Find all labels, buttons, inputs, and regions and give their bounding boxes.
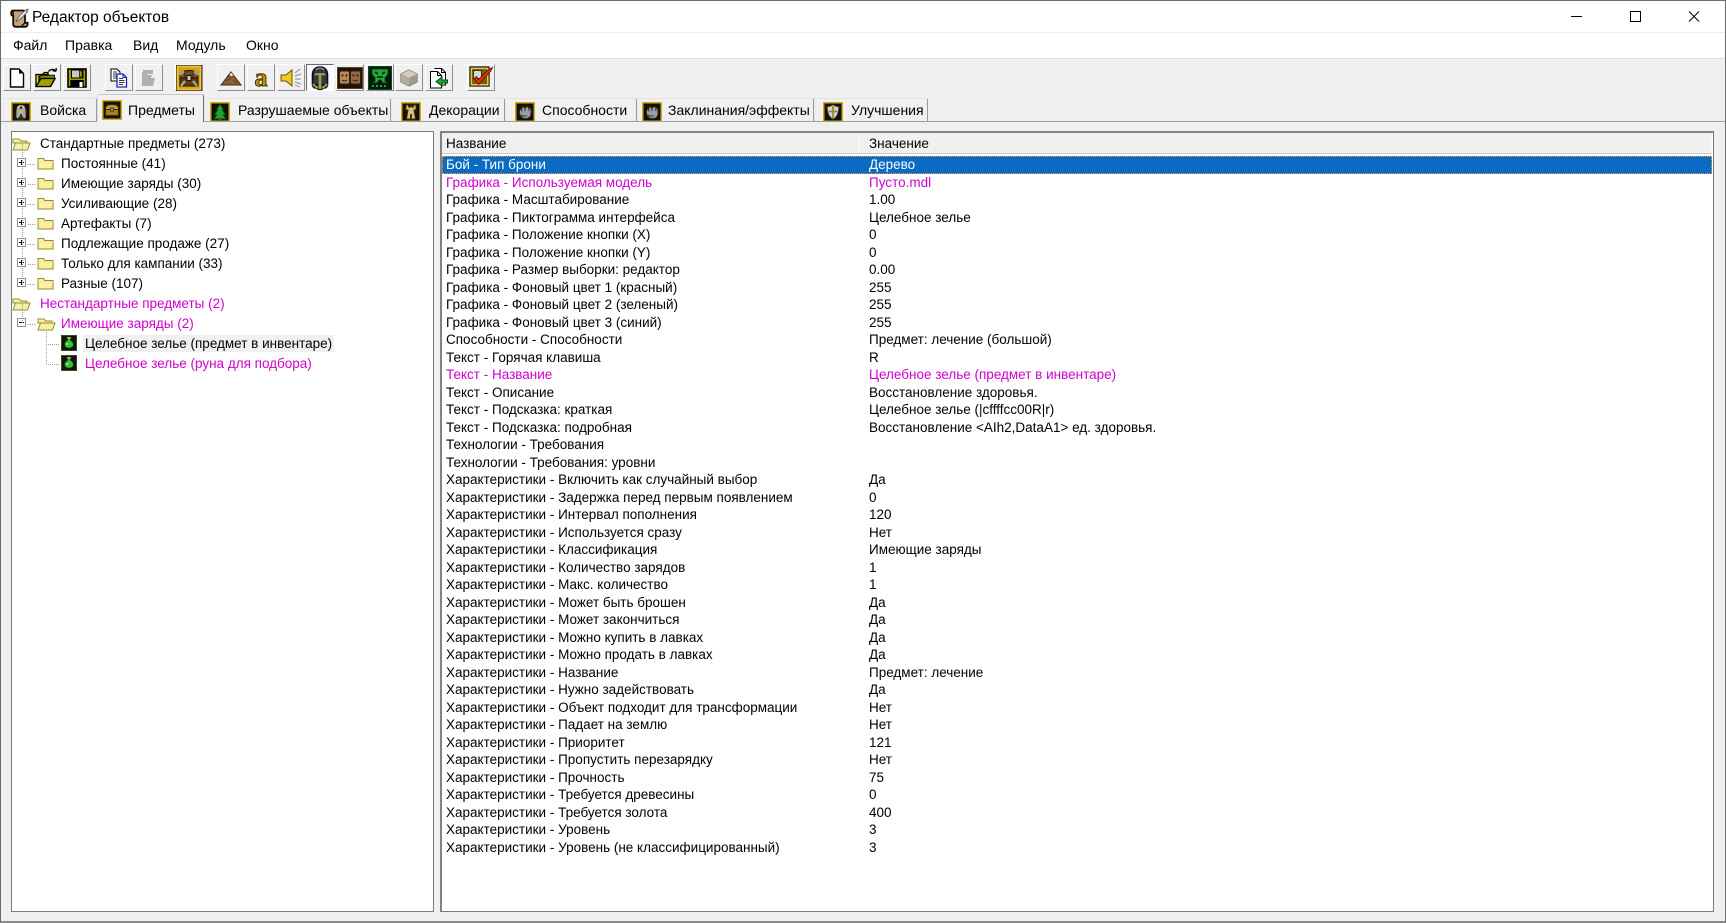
svg-text:a: a xyxy=(255,66,268,90)
